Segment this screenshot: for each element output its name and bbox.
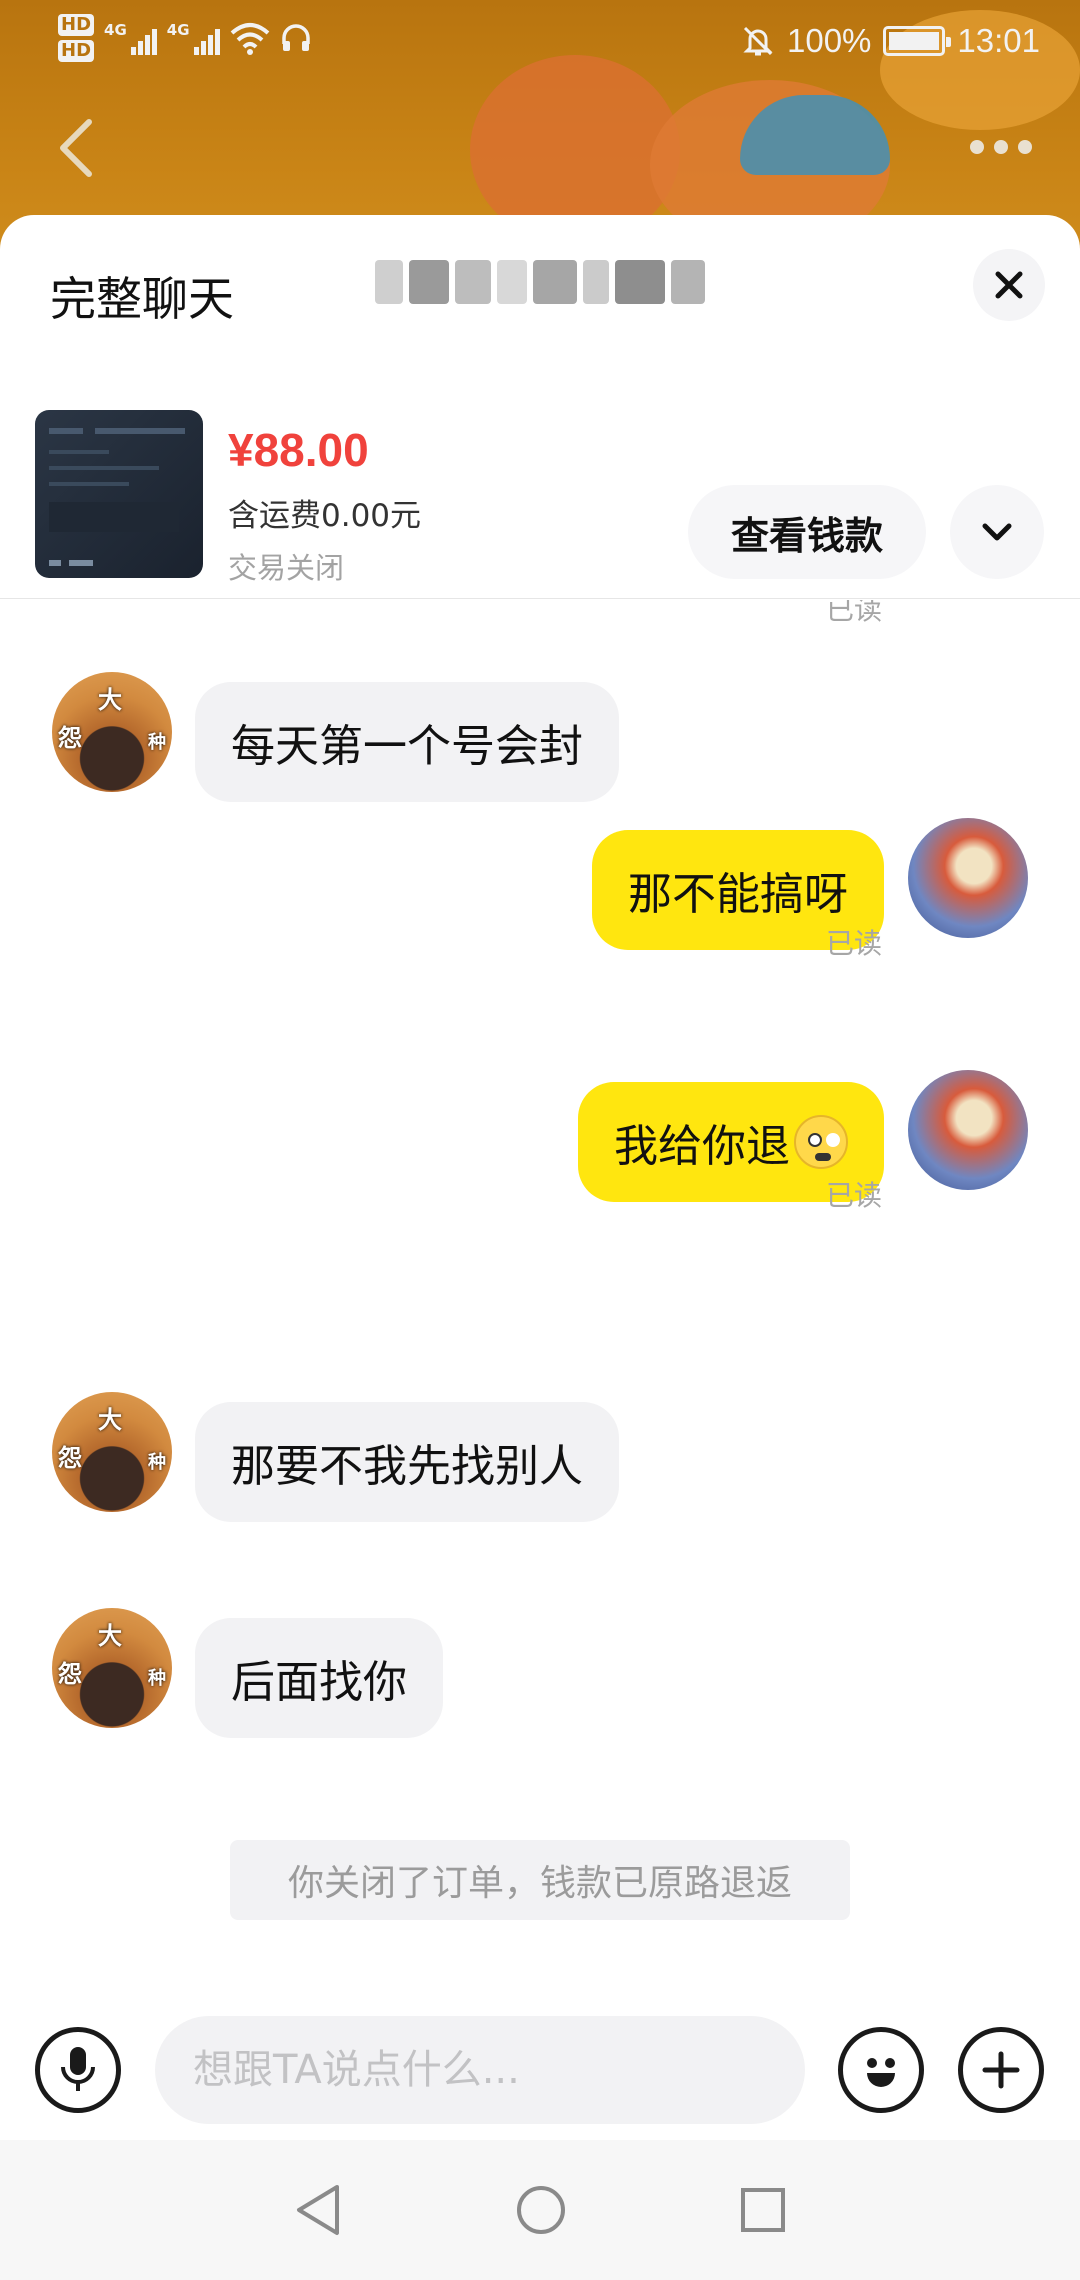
close-icon	[995, 271, 1023, 299]
message-text: 我给你退	[614, 1121, 790, 1172]
avatar-text: 大	[98, 686, 122, 714]
nav-recents-icon[interactable]	[739, 2186, 787, 2234]
avatar-text: 大	[98, 1406, 122, 1434]
avatar-text: 怨	[58, 1444, 82, 1472]
hd-indicator: HD HD	[58, 14, 95, 62]
emoji-button[interactable]	[838, 2027, 924, 2113]
avatar-text: 种	[148, 732, 166, 753]
back-arrow-icon[interactable]	[55, 118, 97, 178]
transaction-status: 交易关闭	[228, 551, 345, 585]
avatar-text: 怨	[58, 724, 82, 752]
expand-button[interactable]	[950, 485, 1044, 579]
message-input[interactable]	[155, 2016, 805, 2124]
nav-back-icon[interactable]	[293, 2183, 343, 2237]
avatar-text: 种	[148, 1452, 166, 1473]
read-receipt: 已读	[826, 927, 883, 960]
network-type: 4G	[104, 21, 127, 39]
message-bubble-incoming[interactable]: 每天第一个号会封	[195, 682, 619, 802]
clock: 13:01	[957, 22, 1040, 59]
other-user-avatar[interactable]: 大 怨 种	[52, 672, 172, 792]
status-left: HD HD 4G 4G	[58, 14, 312, 62]
divider	[0, 598, 1080, 599]
avatar-text: 种	[148, 1668, 166, 1689]
wifi-icon	[230, 23, 269, 55]
signal-icon: 4G	[104, 21, 157, 55]
status-right: 100% 13:01	[741, 22, 1040, 60]
other-user-avatar[interactable]: 大 怨 种	[52, 1392, 172, 1512]
shipping-fee: 含运费0.00元	[228, 498, 422, 534]
system-nav-bar	[0, 2140, 1080, 2280]
emoji-icon	[867, 2058, 895, 2087]
chat-list[interactable]: 已读 大 怨 种 每天第一个号会封 那不能搞呀 已读 我给你退 已读 大 怨 种…	[0, 600, 1080, 1990]
full-chat-sheet: 完整聊天 ¥88.00 含运费0.00元 交易关闭 查看钱款 已读 大 怨 种 …	[0, 215, 1080, 2280]
battery-icon	[883, 26, 952, 56]
system-notice: 你关闭了订单，钱款已原路退返	[230, 1840, 850, 1920]
voice-button[interactable]	[35, 2027, 121, 2113]
my-avatar[interactable]	[908, 1070, 1028, 1190]
avatar-text: 大	[98, 1622, 122, 1650]
read-receipt: 已读	[826, 600, 883, 626]
hd-badge: HD	[58, 14, 95, 36]
battery-percent: 100%	[787, 22, 872, 59]
nav-home-icon[interactable]	[515, 2184, 567, 2236]
mute-bell-icon	[743, 26, 773, 56]
nervous-emoji-icon	[794, 1115, 848, 1169]
message-bubble-incoming[interactable]: 那要不我先找别人	[195, 1402, 619, 1522]
microphone-icon	[61, 2047, 95, 2091]
more-dots-icon[interactable]	[970, 140, 1032, 154]
plus-icon	[982, 2051, 1020, 2089]
sheet-title: 完整聊天	[50, 272, 234, 326]
hd-badge: HD	[58, 40, 95, 62]
read-receipt: 已读	[826, 1179, 883, 1212]
view-payment-button[interactable]: 查看钱款	[688, 485, 926, 579]
blurred-username	[375, 250, 705, 314]
avatar-text: 怨	[58, 1660, 82, 1688]
status-bar: HD HD 4G 4G 100% 13:01	[0, 0, 1080, 90]
more-actions-button[interactable]	[958, 2027, 1044, 2113]
product-price: ¥88.00	[228, 424, 369, 476]
network-type: 4G	[166, 21, 190, 39]
other-user-avatar[interactable]: 大 怨 种	[52, 1608, 172, 1728]
headphones-icon	[281, 24, 310, 51]
product-thumbnail[interactable]	[35, 410, 203, 578]
chevron-down-icon	[982, 523, 1012, 541]
my-avatar[interactable]	[908, 818, 1028, 938]
input-bar	[0, 1990, 1080, 2140]
close-button[interactable]	[973, 249, 1045, 321]
signal-icon: 4G	[167, 21, 220, 55]
message-bubble-incoming[interactable]: 后面找你	[195, 1618, 443, 1738]
